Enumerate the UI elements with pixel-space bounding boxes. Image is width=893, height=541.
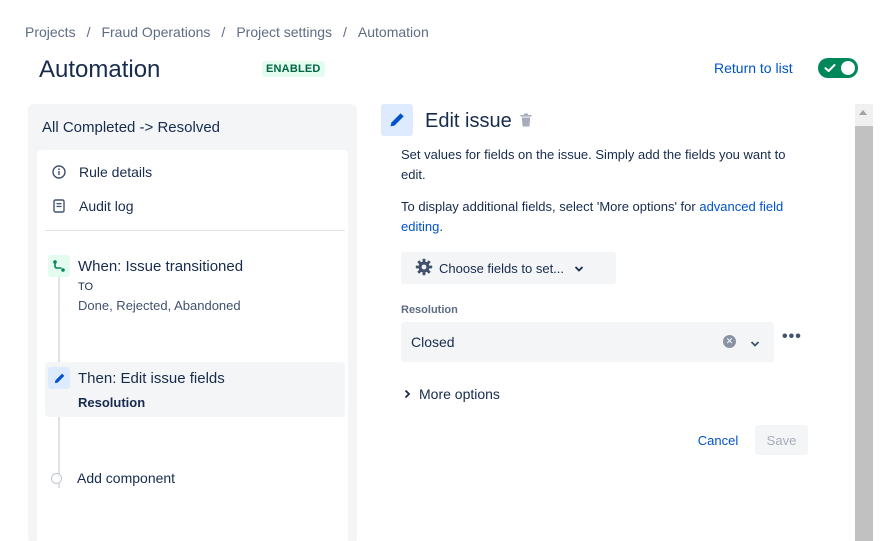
- choose-fields-label: Choose fields to set...: [439, 260, 565, 276]
- chevron-down-icon[interactable]: [750, 335, 760, 353]
- return-to-list-link[interactable]: Return to list: [714, 60, 793, 76]
- clear-icon[interactable]: ✕: [723, 335, 736, 348]
- editor-title: Edit issue: [425, 110, 512, 132]
- breadcrumb-automation[interactable]: Automation: [358, 24, 429, 40]
- breadcrumb-separator: /: [343, 24, 347, 40]
- audit-log-label: Audit log: [79, 198, 134, 214]
- save-button[interactable]: Save: [755, 425, 808, 455]
- rule-details-label: Rule details: [79, 164, 153, 180]
- check-icon: [824, 64, 836, 72]
- add-component-item[interactable]: Add component: [51, 470, 175, 486]
- advanced-note-text: To display additional fields, select 'Mo…: [401, 199, 700, 214]
- breadcrumb-separator: /: [86, 24, 91, 40]
- rule-components-card: Rule details Audit log When: Issue trans…: [37, 150, 348, 541]
- trigger-to-label: TO: [78, 281, 94, 293]
- status-badge: ENABLED: [262, 61, 325, 77]
- breadcrumb: Projects / Fraud Operations / Project se…: [25, 24, 429, 40]
- cancel-button[interactable]: Cancel: [689, 425, 747, 455]
- branch-icon: [48, 255, 70, 277]
- more-options-toggle[interactable]: More options: [404, 386, 500, 402]
- document-icon: [51, 198, 67, 214]
- advanced-note-period: .: [439, 219, 443, 234]
- audit-log-item[interactable]: Audit log: [51, 198, 133, 214]
- action-field: Resolution: [78, 395, 146, 410]
- breadcrumb-project-settings[interactable]: Project settings: [236, 24, 332, 40]
- action-title: Then: Edit issue fields: [78, 370, 225, 387]
- action-component[interactable]: Then: Edit issue fields Resolution: [45, 362, 345, 417]
- rule-enabled-toggle[interactable]: [818, 58, 858, 78]
- choose-fields-button[interactable]: Choose fields to set...: [401, 252, 616, 284]
- breadcrumb-projects[interactable]: Projects: [25, 24, 76, 40]
- editor-description: Set values for fields on the issue. Simp…: [401, 147, 786, 182]
- rule-name: All Completed -> Resolved: [42, 119, 221, 136]
- resolution-field-label: Resolution: [401, 304, 458, 316]
- add-component-dot-icon: [51, 472, 62, 484]
- edit-issue-icon: [381, 104, 413, 136]
- pencil-icon: [48, 367, 70, 389]
- breadcrumb-fraud-operations[interactable]: Fraud Operations: [101, 24, 210, 40]
- toggle-knob: [841, 61, 855, 75]
- scrollbar[interactable]: [855, 104, 873, 541]
- trigger-statuses: Done, Rejected, Abandoned: [78, 298, 241, 313]
- editor-advanced-note: To display additional fields, select 'Mo…: [401, 197, 801, 237]
- gear-icon: [415, 258, 433, 279]
- divider: [45, 230, 345, 231]
- chevron-down-icon: [574, 261, 584, 276]
- breadcrumb-separator: /: [221, 24, 226, 40]
- more-actions-icon[interactable]: •••: [782, 328, 802, 346]
- more-options-label: More options: [419, 386, 500, 402]
- add-component-label: Add component: [77, 470, 176, 486]
- page-title: Automation: [39, 56, 161, 83]
- rule-sidebar: All Completed -> Resolved Rule details A…: [28, 104, 357, 541]
- resolution-select[interactable]: Closed ✕: [401, 322, 774, 362]
- resolution-value: Closed: [411, 334, 455, 350]
- chevron-right-icon: [404, 386, 411, 402]
- rule-details-item[interactable]: Rule details: [51, 164, 152, 180]
- trigger-title: When: Issue transitioned: [78, 258, 244, 275]
- trigger-component[interactable]: When: Issue transitioned TO Done, Reject…: [45, 250, 345, 320]
- trash-icon[interactable]: [520, 113, 532, 132]
- info-icon: [51, 164, 67, 180]
- scroll-up-arrow-icon[interactable]: [859, 110, 867, 115]
- scrollbar-thumb[interactable]: [855, 126, 873, 541]
